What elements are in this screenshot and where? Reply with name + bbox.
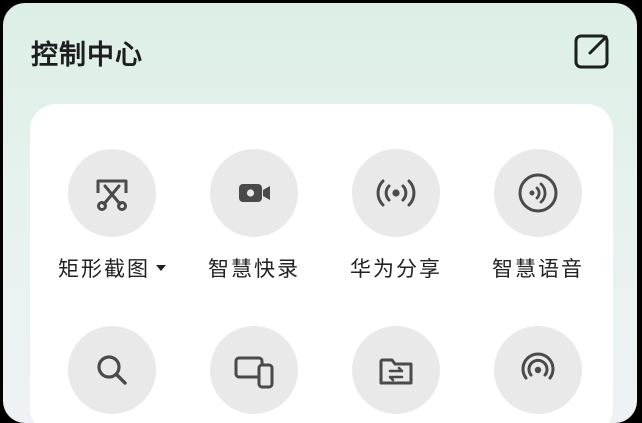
tile-button[interactable] [352, 326, 440, 414]
scissors-screenshot-icon [96, 179, 128, 211]
edit-icon [574, 34, 609, 69]
edit-button[interactable] [572, 31, 612, 71]
tile-label: 矩形截图 [58, 253, 166, 283]
file-transfer-icon [379, 358, 413, 385]
tile-label: 华为分享 [350, 257, 442, 281]
shortcuts-card: 矩形截图 智慧快录 华为分享 智慧语音 [30, 104, 613, 423]
voice-assistant-icon [518, 173, 558, 213]
tile-label: 智慧语音 [492, 257, 584, 281]
search-icon [97, 355, 127, 385]
tile-multi-screen[interactable] [184, 326, 324, 423]
tile-screenshot[interactable]: 矩形截图 [42, 149, 182, 283]
tile-button[interactable] [352, 149, 440, 237]
tile-file-transfer[interactable] [326, 326, 466, 423]
tile-button[interactable] [494, 326, 582, 414]
tile-button[interactable] [210, 149, 298, 237]
tile-smart-record[interactable]: 智慧快录 [184, 149, 324, 283]
tile-hotspot[interactable] [468, 326, 608, 423]
video-record-icon [239, 184, 270, 202]
hotspot-icon [521, 352, 555, 380]
dropdown-caret-icon[interactable] [156, 265, 166, 271]
tile-button[interactable] [68, 149, 156, 237]
tile-label: 智慧快录 [208, 257, 300, 281]
tile-search[interactable] [42, 326, 182, 423]
control-center-panel: 控制中心 矩形截图 智慧快录 华为分享 智慧语音 [3, 3, 637, 423]
tile-button[interactable] [210, 326, 298, 414]
multi-screen-icon [234, 356, 274, 389]
tile-button[interactable] [68, 326, 156, 414]
share-broadcast-icon [376, 179, 416, 207]
page-title: 控制中心 [31, 40, 143, 71]
tile-smart-voice[interactable]: 智慧语音 [468, 149, 608, 283]
tile-huawei-share[interactable]: 华为分享 [326, 149, 466, 283]
tile-button[interactable] [494, 149, 582, 237]
